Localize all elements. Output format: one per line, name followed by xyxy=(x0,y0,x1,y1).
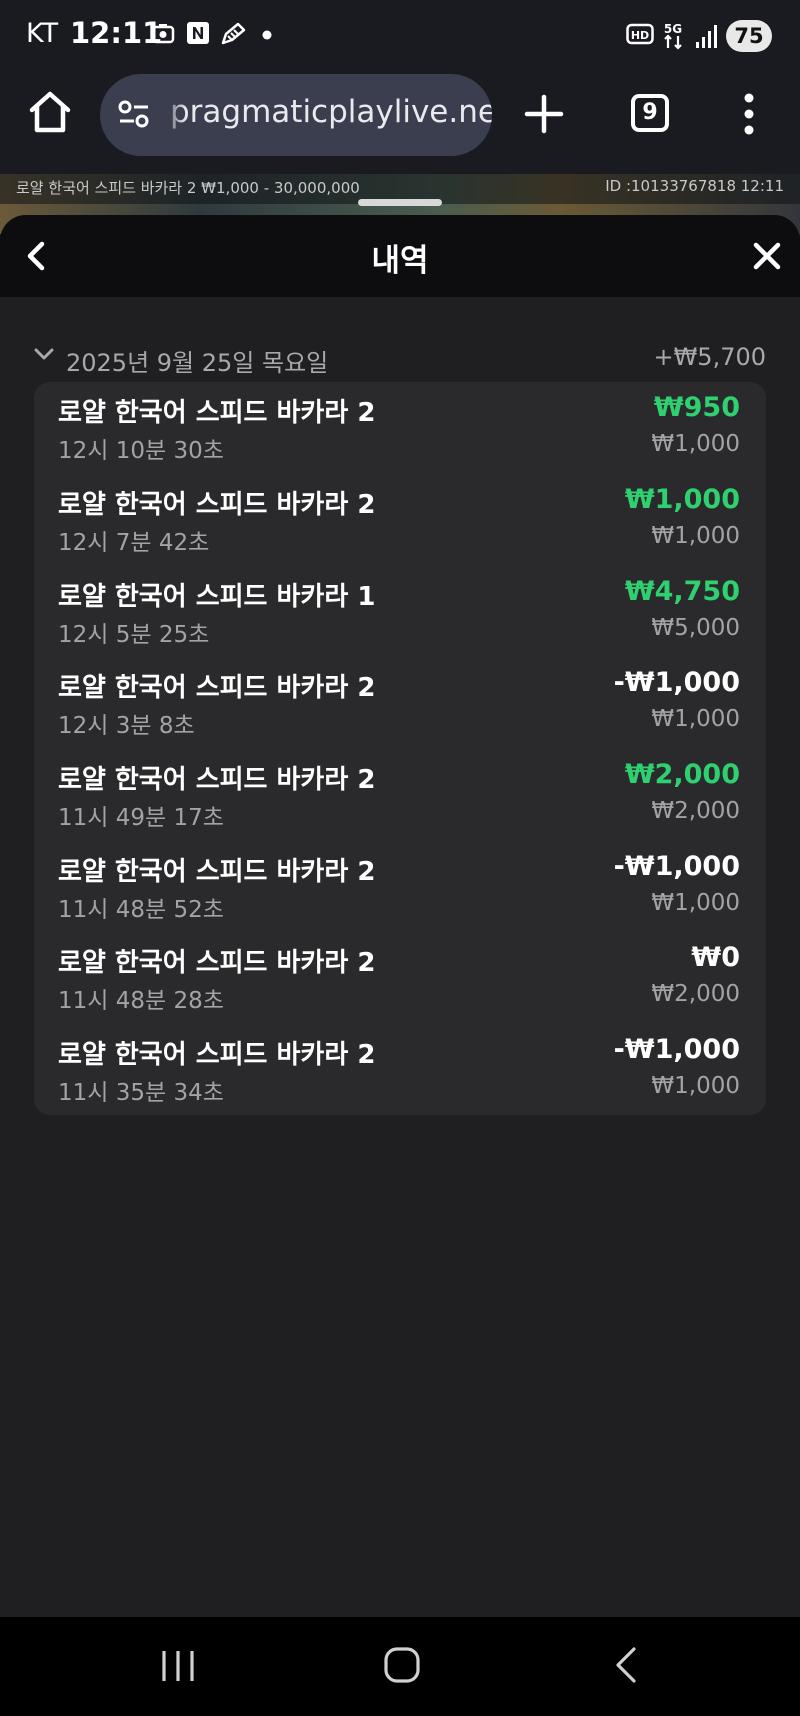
bet-amount: ₩1,000 xyxy=(651,890,740,916)
round-time: 11시 49분 17초 xyxy=(58,805,224,831)
game-name: 로얄 한국어 스피드 바카라 2 xyxy=(58,857,376,887)
game-name: 로얄 한국어 스피드 바카라 2 xyxy=(58,948,376,978)
result-amount: ₩2,000 xyxy=(624,759,740,790)
nav-home-icon[interactable] xyxy=(384,1647,420,1683)
address-bar[interactable]: pragmaticplaylive.net xyxy=(100,74,492,156)
list-item[interactable]: 로얄 한국어 스피드 바카라 2 12시 3분 8초 -₩1,000 ₩1,00… xyxy=(34,657,766,749)
battery-icon: 75 xyxy=(726,20,772,52)
home-icon[interactable] xyxy=(26,88,74,136)
svg-text:5G: 5G xyxy=(664,22,682,36)
list-item[interactable]: 로얄 한국어 스피드 바카라 2 12시 7분 42초 ₩1,000 ₩1,00… xyxy=(34,474,766,566)
result-amount: -₩1,000 xyxy=(613,851,740,882)
game-name: 로얄 한국어 스피드 바카라 1 xyxy=(58,582,376,612)
date-label: 2025년 9월 25일 목요일 xyxy=(66,349,329,377)
tabs-icon[interactable]: 9 xyxy=(631,94,669,132)
date-total: +₩5,700 xyxy=(653,343,766,371)
status-bar: KT 12:11 HD 5G 75 xyxy=(0,0,800,70)
carrier-label: KT xyxy=(26,18,59,49)
game-name: 로얄 한국어 스피드 바카라 2 xyxy=(58,765,376,795)
svg-text:HD: HD xyxy=(631,29,649,42)
system-nav-bar xyxy=(0,1617,800,1716)
url-text[interactable]: pragmaticplaylive.net xyxy=(170,94,492,130)
clock-time: 12:11 xyxy=(70,16,163,50)
bet-amount: ₩1,000 xyxy=(651,706,740,732)
recent-apps-icon[interactable] xyxy=(160,1649,196,1683)
sheet-header: 내역 xyxy=(0,215,800,297)
bet-amount: ₩2,000 xyxy=(651,798,740,824)
signal-icon xyxy=(696,25,717,48)
plus-icon[interactable] xyxy=(524,94,564,134)
list-item[interactable]: 로얄 한국어 스피드 바카라 2 11시 48분 28초 ₩0 ₩2,000 xyxy=(34,932,766,1024)
round-time: 12시 7분 42초 xyxy=(58,530,210,556)
list-item[interactable]: 로얄 한국어 스피드 바카라 1 12시 5분 25초 ₩4,750 ₩5,00… xyxy=(34,566,766,658)
browser-toolbar: pragmaticplaylive.net 9 xyxy=(0,70,800,174)
nav-back-icon[interactable] xyxy=(612,1647,640,1683)
bet-amount: ₩2,000 xyxy=(651,981,740,1007)
round-time: 11시 48분 52초 xyxy=(58,897,224,923)
game-info-text: 로얄 한국어 스피드 바카라 2 ₩1,000 - 30,000,000 xyxy=(16,179,360,197)
sheet-drag-handle[interactable] xyxy=(358,199,442,206)
result-amount: -₩1,000 xyxy=(613,1034,740,1065)
url-fade xyxy=(160,74,186,156)
round-time: 12시 5분 25초 xyxy=(58,622,210,648)
history-sheet: 내역 2025년 9월 25일 목요일 +₩5,700 로얄 한국어 스피드 바… xyxy=(0,215,800,1617)
game-id-text: ID :10133767818 12:11 xyxy=(605,177,784,195)
5g-icon: 5G xyxy=(664,22,682,50)
round-time: 12시 10분 30초 xyxy=(58,438,224,464)
round-time: 11시 35분 34초 xyxy=(58,1080,224,1106)
round-time: 11시 48분 28초 xyxy=(58,988,224,1014)
result-amount: ₩950 xyxy=(653,392,740,423)
date-group-header[interactable]: 2025년 9월 25일 목요일 +₩5,700 xyxy=(34,339,766,379)
close-icon[interactable] xyxy=(752,241,782,271)
camera-icon xyxy=(151,24,175,44)
result-amount: -₩1,000 xyxy=(613,667,740,698)
list-item[interactable]: 로얄 한국어 스피드 바카라 2 12시 10분 30초 ₩950 ₩1,000 xyxy=(34,382,766,474)
more-vert-icon[interactable] xyxy=(738,92,760,136)
history-list: 로얄 한국어 스피드 바카라 2 12시 10분 30초 ₩950 ₩1,000… xyxy=(34,382,766,1115)
game-name: 로얄 한국어 스피드 바카라 2 xyxy=(58,673,376,703)
site-settings-icon[interactable] xyxy=(116,96,152,132)
hd-icon: HD xyxy=(626,23,654,45)
dot-icon xyxy=(262,30,272,40)
list-item[interactable]: 로얄 한국어 스피드 바카라 2 11시 49분 17초 ₩2,000 ₩2,0… xyxy=(34,749,766,841)
bet-amount: ₩1,000 xyxy=(651,523,740,549)
result-amount: ₩0 xyxy=(691,942,740,973)
game-name: 로얄 한국어 스피드 바카라 2 xyxy=(58,1040,376,1070)
result-amount: ₩4,750 xyxy=(624,576,740,607)
pencil-icon xyxy=(221,22,246,45)
game-name: 로얄 한국어 스피드 바카라 2 xyxy=(58,398,376,428)
game-name: 로얄 한국어 스피드 바카라 2 xyxy=(58,490,376,520)
chevron-down-icon[interactable] xyxy=(34,347,54,361)
round-time: 12시 3분 8초 xyxy=(58,713,195,739)
n-notification-icon xyxy=(187,22,209,44)
list-item[interactable]: 로얄 한국어 스피드 바카라 2 11시 48분 52초 -₩1,000 ₩1,… xyxy=(34,841,766,933)
sheet-title: 내역 xyxy=(371,243,429,279)
bet-amount: ₩1,000 xyxy=(651,1073,740,1099)
result-amount: ₩1,000 xyxy=(624,484,740,515)
bet-amount: ₩5,000 xyxy=(651,615,740,641)
bet-amount: ₩1,000 xyxy=(651,431,740,457)
list-item[interactable]: 로얄 한국어 스피드 바카라 2 11시 35분 34초 -₩1,000 ₩1,… xyxy=(34,1024,766,1116)
